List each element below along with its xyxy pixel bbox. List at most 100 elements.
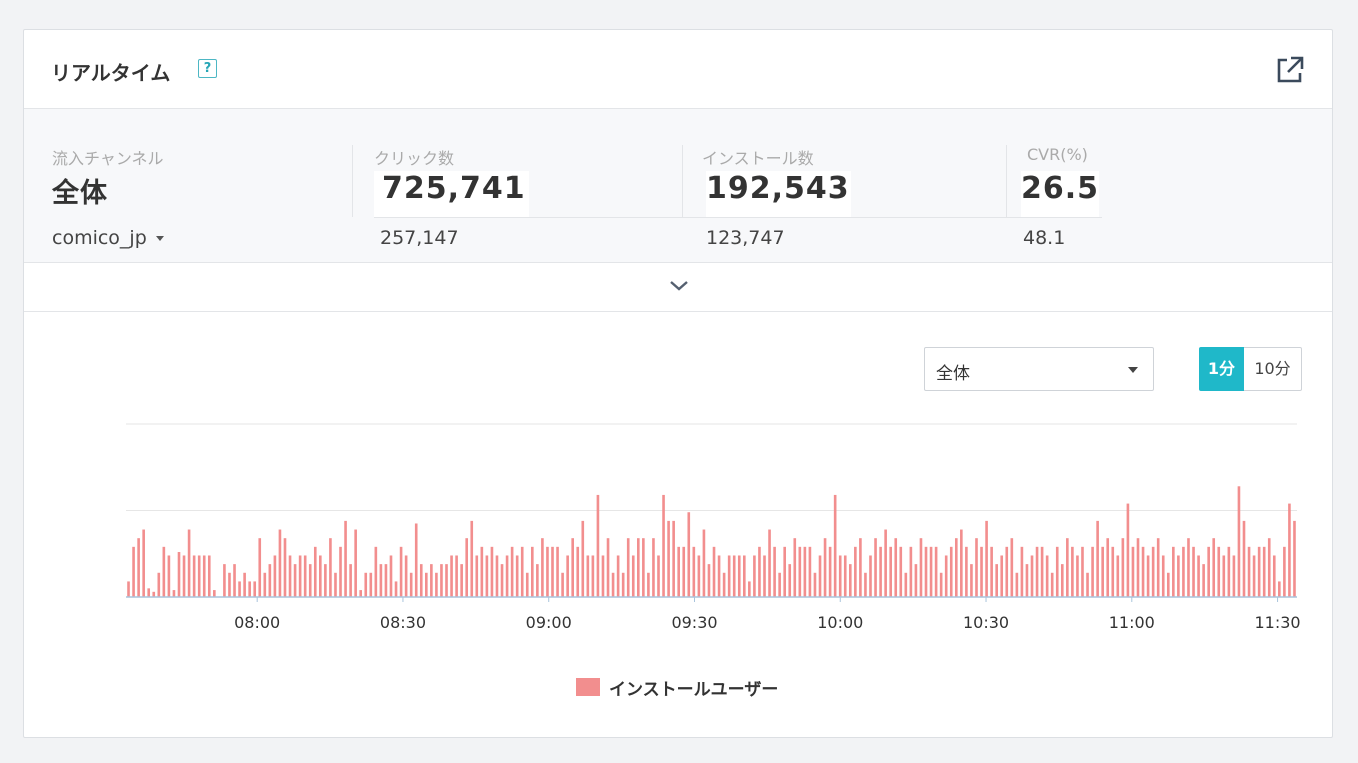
chart-bar [737,555,741,597]
chart-bar [142,529,145,597]
chart-bar [1197,555,1200,597]
chart-bar [1015,572,1019,597]
chart-bar [313,546,317,597]
chart-bar [485,555,489,597]
installs-value: 192,543 [706,171,850,206]
chart-bar [1217,546,1221,597]
chart-bar [753,555,756,597]
chart-bar [525,572,529,597]
chart-bar [919,538,923,597]
chart-bar [894,538,898,597]
chart-bar [339,546,342,597]
chart-bar [520,546,524,597]
chart-bar [197,555,201,597]
chart-bar [1000,555,1004,597]
chart-bar [1146,555,1150,597]
chart-x-tick-label: 08:00 [234,613,280,632]
chart-bar [202,555,206,597]
chart-bar [187,529,191,597]
chart-bar [531,546,534,597]
chart-bar [182,555,186,597]
chart-bar [869,555,872,597]
chart-bar [1040,546,1044,597]
chart-bar [874,538,877,597]
chart-bar [828,546,832,597]
chart-bar [571,538,574,597]
stats-divider [374,217,1102,218]
chart-bar [1187,538,1190,597]
external-link-icon[interactable] [1274,54,1306,86]
chart-bar [566,555,569,597]
chart-bar [268,564,272,597]
chart-bar [394,581,398,597]
chevron-down-icon [670,281,688,291]
chart-bar [970,564,973,597]
chart-bar [1071,546,1074,597]
channel-dropdown-label: comico_jp [52,227,147,249]
chart-bar [1086,572,1089,597]
chart-bar [435,572,438,597]
chart-bar [430,564,433,597]
chart-bar [1045,555,1049,597]
chart-bar [712,546,716,597]
chart-bar [859,538,862,597]
chart-bar [419,564,423,597]
chart-bar [1202,564,1205,597]
chart-bar [631,555,635,597]
chart-bar [732,555,736,597]
chart-bar [248,581,251,597]
chart-bar [1166,572,1170,597]
chart-bar [505,555,509,597]
channel-dropdown[interactable]: comico_jp [52,227,164,249]
chart-bar [389,555,393,597]
expand-toggle[interactable] [24,263,1332,312]
chart-bar [233,564,236,597]
chart-bar [672,520,675,597]
chart-x-tick-label: 10:00 [817,613,863,632]
chart-bar [1257,546,1261,597]
channel-filter-select[interactable]: 全体 [924,347,1154,391]
chart-bar [273,555,277,597]
chart-bar [1247,546,1251,597]
chart-bar [990,546,993,597]
chart-bar [637,538,640,597]
chart-bar [536,564,539,597]
chart-bar [854,546,857,597]
legend-label: インストールユーザー [609,679,779,700]
chart-bar [798,546,802,597]
chart-bar [1030,555,1034,597]
chart-bar [1182,546,1185,597]
chart-bar [288,555,292,597]
chart-bar [127,581,130,597]
clicks-label: クリック数 [374,149,455,168]
chart-bar [238,581,241,597]
chart-bar [1141,546,1145,597]
chart-bar [884,529,887,597]
chart-legend: インストールユーザー [576,675,779,700]
chart-bar [985,520,988,597]
chart-bar [1151,546,1155,597]
chart-bar [864,572,867,597]
interval-1min-button[interactable]: 1分 [1199,347,1244,391]
chart-bar [1005,546,1009,597]
chart-bar [934,546,938,597]
chart-bar [808,546,812,597]
chart-bar [652,538,655,597]
chart-bar [1020,546,1024,597]
chart-x-tick-label: 11:00 [1109,613,1155,632]
chart-bar [642,538,645,597]
interval-10min-button[interactable]: 10分 [1244,347,1302,391]
chart-bar [359,590,363,597]
chart-bar [374,546,378,597]
chart-bar [324,564,327,597]
chart-bar [707,564,711,597]
chart-bar [243,572,246,597]
panel-title: リアルタイム [51,61,171,85]
chart-bar [773,546,776,597]
chart-bar [601,555,605,597]
chart-bar [677,546,680,597]
clicks-sub-value: 257,147 [380,227,459,249]
chart-bar [293,564,297,597]
chart-bar [879,546,882,597]
help-icon[interactable]: ? [198,59,217,78]
